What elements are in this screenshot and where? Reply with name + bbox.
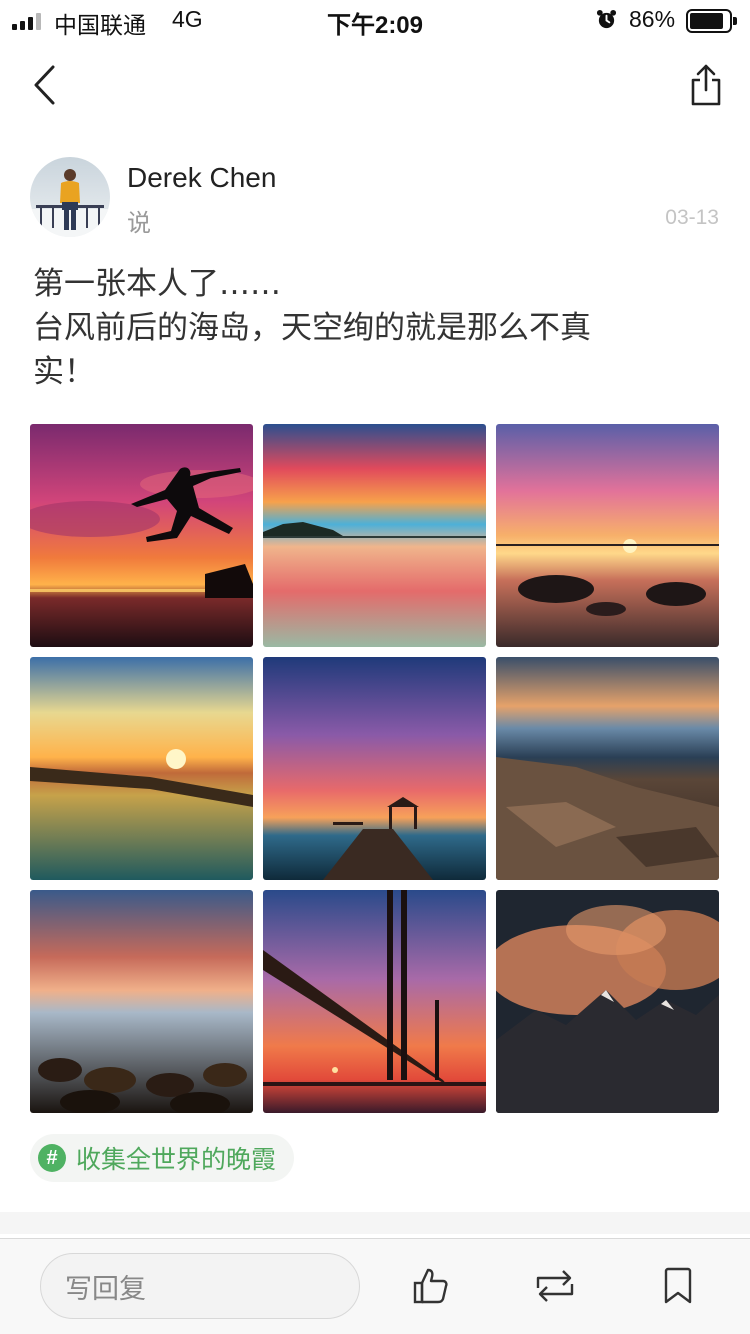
author-name[interactable]: Derek Chen bbox=[127, 162, 276, 194]
repost-button[interactable] bbox=[530, 1261, 580, 1311]
topic-label: 收集全世界的晚霞 bbox=[76, 1145, 277, 1174]
post-action-label: 说 bbox=[127, 209, 151, 237]
share-icon bbox=[691, 64, 721, 106]
photo-2[interactable] bbox=[263, 424, 486, 647]
topic-tag[interactable]: # 收集全世界的晚霞 bbox=[30, 1134, 295, 1182]
photo-grid bbox=[30, 424, 720, 1114]
like-button[interactable] bbox=[406, 1261, 456, 1311]
photo-4[interactable] bbox=[30, 657, 253, 880]
photo-9[interactable] bbox=[496, 890, 719, 1113]
hashtag-icon: # bbox=[38, 1144, 66, 1172]
reply-placeholder: 写回复 bbox=[65, 1273, 146, 1305]
back-button[interactable] bbox=[22, 58, 66, 112]
photo-6[interactable] bbox=[496, 657, 719, 880]
battery-icon bbox=[686, 9, 737, 33]
photo-7[interactable] bbox=[30, 890, 253, 1113]
photo-1[interactable] bbox=[30, 424, 253, 647]
avatar[interactable] bbox=[30, 157, 110, 237]
post-text-line: 第一张本人了…… bbox=[33, 266, 281, 302]
chevron-left-icon bbox=[34, 65, 55, 105]
bottom-action-bar: 写回复 bbox=[0, 1238, 750, 1334]
thumbs-up-icon bbox=[413, 1268, 448, 1304]
post-date: 03-13 bbox=[665, 206, 719, 229]
section-divider bbox=[0, 1212, 750, 1234]
status-bar: 中国联通 4G 下午2:09 86% bbox=[0, 0, 750, 42]
battery-percent: 86% bbox=[629, 6, 676, 32]
post-text-line: 台风前后的海岛，天空绚的就是那么不真 bbox=[33, 310, 591, 346]
bookmark-button[interactable] bbox=[653, 1261, 703, 1311]
post-text: 第一张本人了…… 台风前后的海岛，天空绚的就是那么不真 实！ bbox=[33, 262, 713, 394]
alarm-icon bbox=[596, 9, 617, 29]
bookmark-icon bbox=[664, 1267, 692, 1304]
photo-8[interactable] bbox=[263, 890, 486, 1113]
photo-5[interactable] bbox=[263, 657, 486, 880]
share-button[interactable] bbox=[682, 58, 730, 112]
nav-bar bbox=[0, 42, 750, 132]
photo-3[interactable] bbox=[496, 424, 719, 647]
post-text-line: 实！ bbox=[33, 354, 95, 390]
repost-icon bbox=[536, 1270, 574, 1302]
reply-input[interactable]: 写回复 bbox=[40, 1253, 360, 1319]
